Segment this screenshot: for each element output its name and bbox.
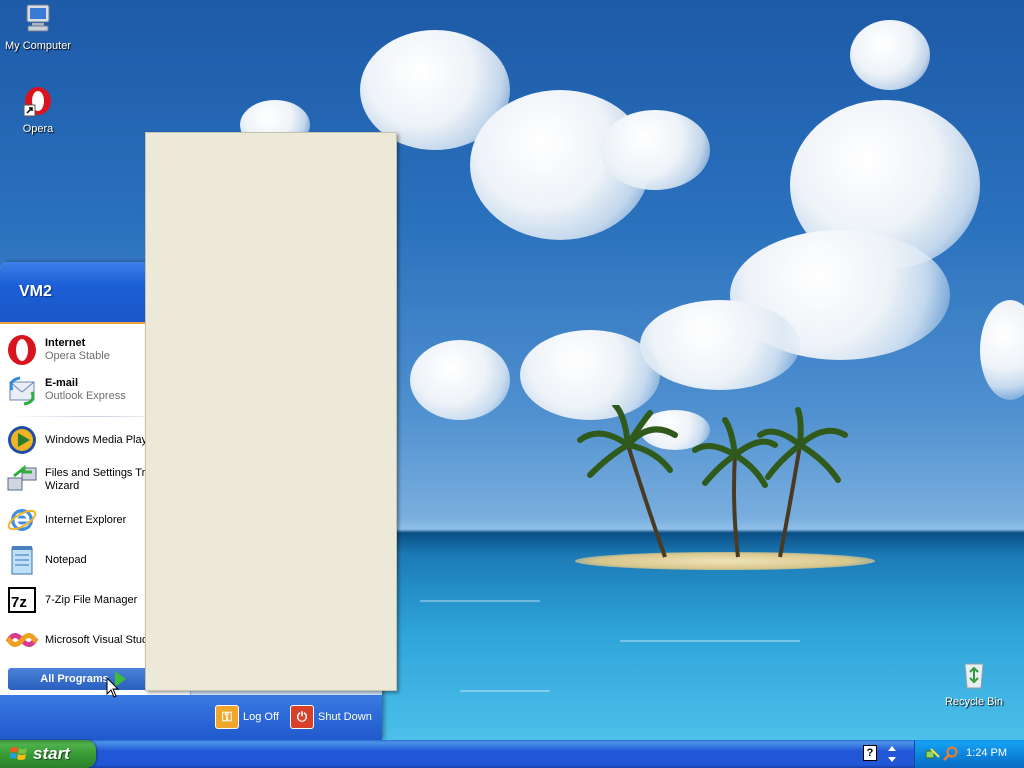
all-programs-label: All Programs [40, 673, 109, 685]
desktop-icon-label: Opera [22, 123, 54, 135]
opera-icon [8, 335, 36, 365]
tray-updown-icon[interactable] [887, 743, 897, 765]
start-button[interactable]: start [0, 740, 96, 768]
key-icon: ⚿ [215, 705, 239, 729]
windows-media-player-icon [8, 426, 36, 454]
all-programs-flyout [145, 132, 397, 691]
windows-logo-icon [10, 747, 27, 760]
shut-down-label: Shut Down [318, 711, 372, 723]
computer-icon [26, 4, 50, 32]
internet-explorer-icon [7, 509, 37, 531]
cloud [850, 20, 930, 90]
outlook-express-icon [9, 376, 35, 406]
log-off-label: Log Off [243, 711, 279, 723]
cloud [600, 110, 710, 190]
desktop-icon-label: My Computer [4, 40, 72, 52]
recent-item-label: Internet Explorer [45, 513, 127, 526]
all-programs-button[interactable]: All Programs [8, 668, 158, 690]
svg-text:7z: 7z [11, 594, 27, 611]
mouse-cursor-icon [106, 677, 120, 698]
taskbar: start ? 1:24 PM [0, 740, 1024, 768]
network-icon[interactable] [925, 746, 941, 762]
pinned-item-subtitle: Opera Stable [45, 350, 110, 362]
desktop-icon-recycle-bin[interactable]: Recycle Bin [936, 658, 1012, 708]
water-glint [620, 640, 800, 642]
water-glint [420, 600, 540, 602]
opera-icon [23, 87, 51, 117]
start-label: start [33, 744, 70, 763]
shut-down-button[interactable]: ⏻ Shut Down [290, 705, 372, 729]
recent-item-label: 7-Zip File Manager [45, 593, 138, 606]
clock[interactable]: 1:24 PM [966, 747, 1007, 759]
desktop-icon-my-computer[interactable]: My Computer [0, 2, 76, 52]
pinned-item-title: Internet [45, 337, 86, 349]
7zip-icon: 7z [8, 587, 36, 613]
water-glint [460, 690, 550, 692]
notepad-icon [11, 546, 33, 575]
cloud [410, 340, 510, 420]
cloud [980, 300, 1024, 400]
transfer-wizard-icon [7, 464, 37, 491]
power-icon: ⏻ [290, 705, 314, 729]
pinned-item-subtitle: Outlook Express [45, 390, 126, 402]
recent-item-label: Windows Media Player [45, 433, 157, 446]
desktop-icon-opera[interactable]: Opera [0, 85, 76, 135]
user-name: VM2 [19, 283, 52, 300]
recent-item-label: Notepad [45, 553, 87, 566]
desktop-icon-label: Recycle Bin [944, 696, 1004, 708]
log-off-button[interactable]: ⚿ Log Off [215, 705, 279, 729]
palm-trees [577, 405, 848, 558]
magnifier-icon[interactable] [943, 746, 959, 762]
recent-item-label: Microsoft Visual Studio [45, 633, 157, 646]
system-tray: 1:24 PM [914, 740, 1024, 768]
help-icon[interactable]: ? [863, 745, 877, 761]
recycle-bin-icon [964, 663, 984, 689]
pinned-item-title: E-mail [45, 377, 79, 389]
visual-studio-icon [6, 633, 38, 647]
cloud [640, 300, 800, 390]
